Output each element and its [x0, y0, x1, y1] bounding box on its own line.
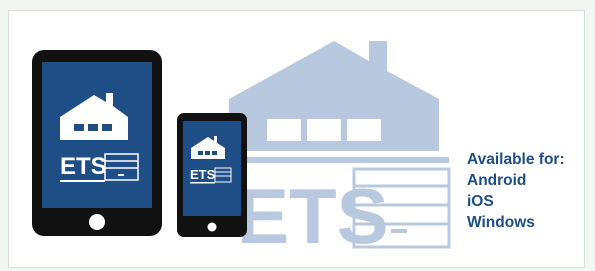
ets-logo-text: ETS [190, 167, 216, 182]
platform-android: Android [467, 172, 527, 189]
ets-logo-text: ETS [60, 153, 107, 180]
platform-windows: Windows [467, 214, 535, 231]
platform-ios: iOS [467, 193, 494, 210]
availability-panel: ETS ETS ETS Available for: Android iOS W… [8, 10, 585, 268]
ets-watermark-text: ETS [237, 172, 389, 260]
tablet-home-button [89, 214, 105, 230]
availability-heading: Available for: [467, 151, 565, 168]
smartphone-home-button [207, 222, 217, 232]
tablet-icon: ETS [32, 50, 162, 236]
availability-list: Available for: Android iOS Windows [467, 149, 565, 233]
smartphone-icon: ETS [177, 113, 247, 237]
